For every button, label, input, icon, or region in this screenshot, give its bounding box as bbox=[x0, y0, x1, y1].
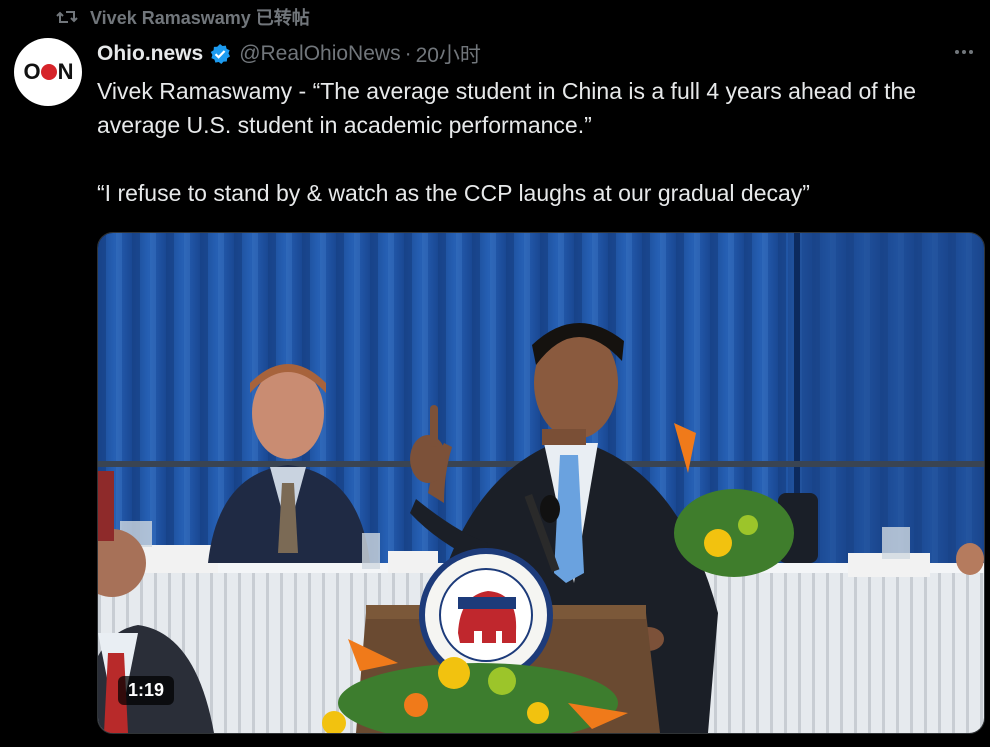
tweet-text-line2: “I refuse to stand by & watch as the CCP… bbox=[97, 180, 810, 206]
repost-label[interactable]: Vivek Ramaswamy 已转帖 bbox=[90, 4, 310, 30]
timestamp[interactable]: 20小时 bbox=[416, 39, 481, 69]
video-player[interactable]: 1:19 bbox=[97, 232, 985, 734]
more-options-icon[interactable] bbox=[948, 40, 980, 64]
verified-badge-icon[interactable] bbox=[209, 43, 231, 65]
tweet-text: Vivek Ramaswamy - “The average student i… bbox=[97, 74, 977, 210]
repost-indicator[interactable]: Vivek Ramaswamy 已转帖 bbox=[56, 4, 310, 30]
video-duration: 1:19 bbox=[118, 676, 175, 705]
video-thumbnail bbox=[98, 233, 984, 733]
handle[interactable]: @RealOhioNews bbox=[239, 42, 400, 66]
repost-icon bbox=[56, 8, 78, 26]
tweet-header: Ohio.news @RealOhioNews · 20小时 bbox=[97, 38, 970, 70]
ohio-news-logo-icon: ON bbox=[23, 59, 73, 84]
tweet-text-line1: Vivek Ramaswamy - “The average student i… bbox=[97, 78, 917, 138]
separator-dot: · bbox=[404, 42, 412, 65]
display-name[interactable]: Ohio.news bbox=[97, 42, 203, 66]
avatar[interactable]: ON bbox=[14, 38, 82, 106]
